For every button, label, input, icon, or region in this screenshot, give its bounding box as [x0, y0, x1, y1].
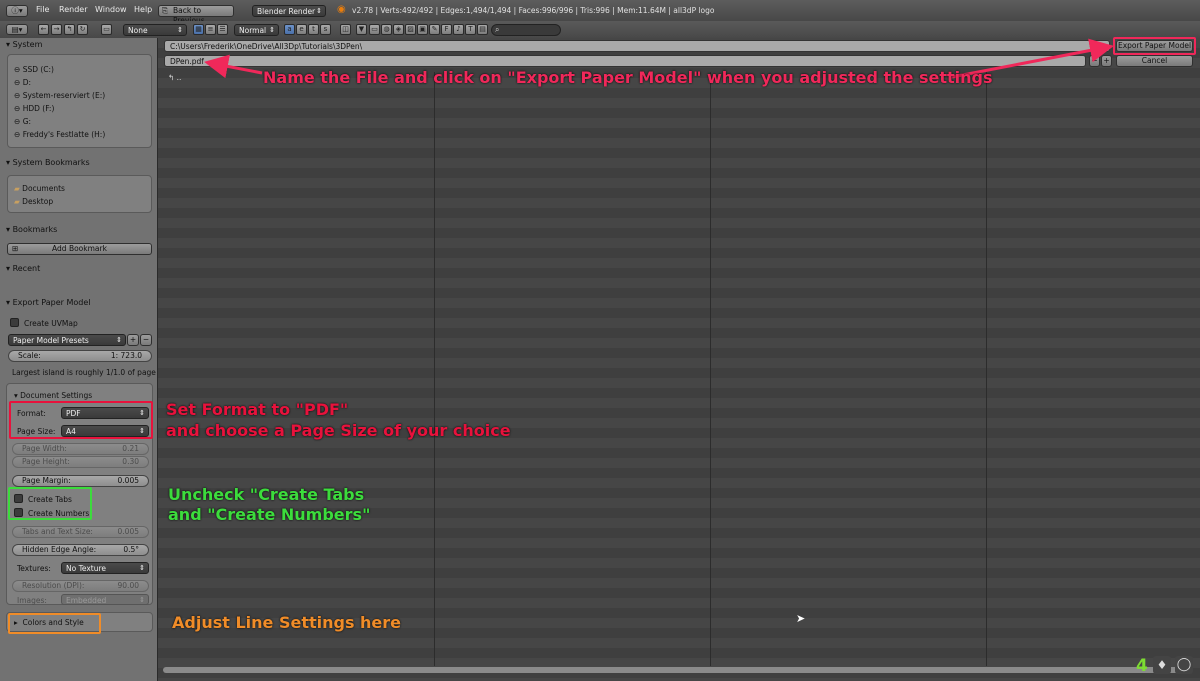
annotation-uncheck-tabs: Uncheck "Create Tabs: [168, 485, 365, 504]
format-highlight-box: [9, 401, 153, 439]
settings-ring-icon: ◯: [1175, 656, 1193, 674]
annotation-name-file: Name the File and click on "Export Paper…: [263, 68, 993, 87]
annotation-set-format: Set Format to "PDF": [166, 400, 349, 419]
colors-style-highlight-box: [8, 613, 101, 634]
arrow-to-filename: [204, 54, 263, 79]
annotation-uncheck-numbers: and "Create Numbers": [168, 505, 371, 524]
microphone-icon: ♦: [1153, 656, 1171, 674]
tabs-numbers-highlight-box: [8, 487, 92, 520]
annotation-choose-page-size: and choose a Page Size of your choice: [166, 421, 511, 440]
corner-number: 4: [1136, 656, 1148, 676]
annotation-adjust-line: Adjust Line Settings here: [172, 613, 402, 632]
annotation-arrows: [204, 38, 1114, 79]
mouse-cursor-icon: ➤: [796, 612, 806, 625]
